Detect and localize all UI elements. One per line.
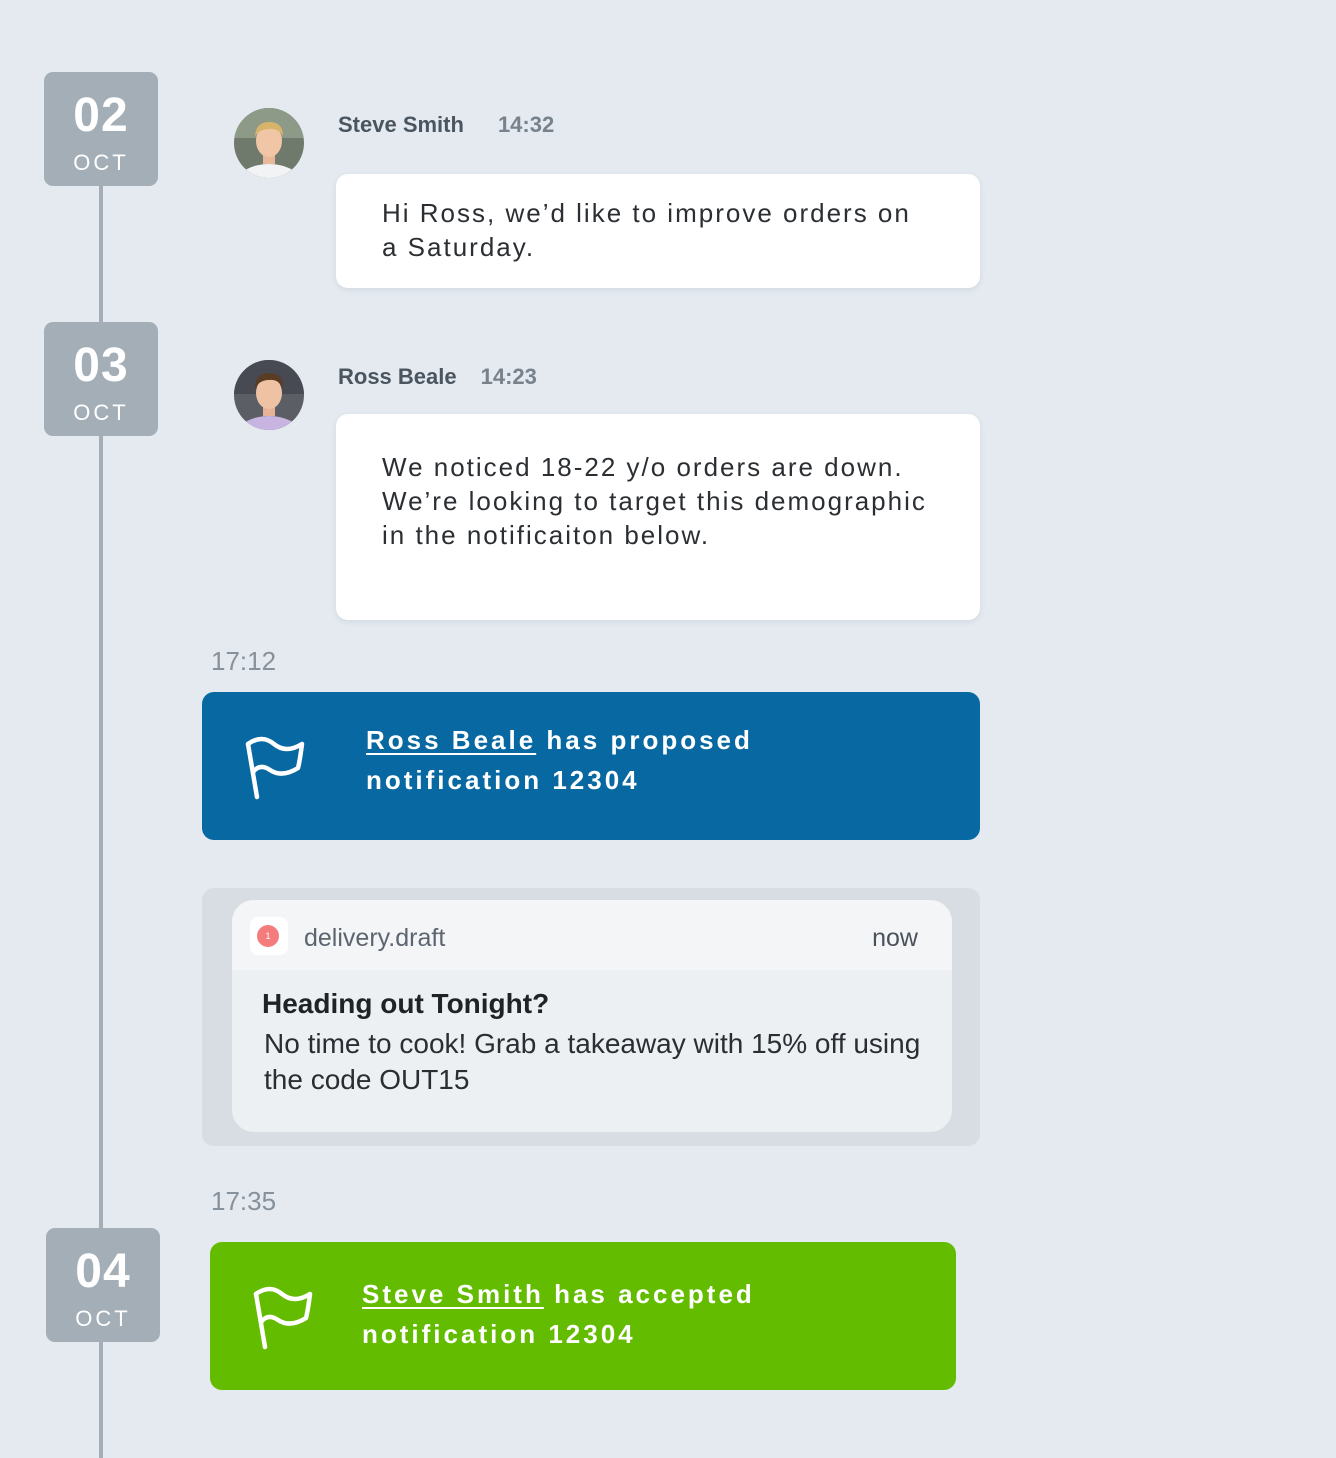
message-meta: Steve Smith 14:32 — [338, 112, 554, 138]
message-meta: Ross Beale 14:23 — [338, 364, 537, 390]
event-time: 17:12 — [211, 646, 277, 676]
event-action: has accepted — [554, 1279, 755, 1309]
notification-title: Heading out Tonight? — [262, 988, 550, 1019]
event-text: Ross Beale has proposed notification 123… — [366, 720, 926, 800]
message-text: We noticed 18-22 y/o orders are down. We… — [382, 452, 927, 550]
date-badge-04-oct: 04 OCT — [46, 1228, 160, 1342]
event-time: 17:35 — [211, 1186, 277, 1216]
event-subject: notification 12304 — [366, 765, 640, 795]
flag-icon — [253, 1286, 313, 1350]
notification-header: 1 delivery.draft now — [232, 900, 952, 970]
message-bubble: Hi Ross, we’d like to improve orders on … — [336, 174, 980, 288]
event-actor-link[interactable]: Steve Smith — [362, 1279, 544, 1309]
date-month: OCT — [73, 400, 129, 425]
notification-app-name: delivery.draft — [304, 924, 446, 952]
message-time: 14:32 — [497, 112, 555, 137]
notification-body: No time to cook! Grab a takeaway with 15… — [264, 1028, 921, 1095]
date-month: OCT — [75, 1306, 131, 1331]
message-author[interactable]: Ross Beale — [338, 364, 457, 389]
message-time: 14:23 — [480, 364, 537, 389]
notification-badge: 1 — [257, 925, 279, 947]
chat-bubble-icon: 1 — [250, 917, 288, 955]
message-bubble: We noticed 18-22 y/o orders are down. We… — [336, 414, 980, 620]
event-actor-link[interactable]: Ross Beale — [366, 725, 536, 755]
date-month: OCT — [73, 150, 129, 175]
notification-preview-container: 1 delivery.draft now Heading out Tonight… — [202, 888, 980, 1146]
date-day: 04 — [75, 1245, 131, 1298]
date-badge-03-oct: 03 OCT — [44, 322, 158, 436]
message-text: Hi Ross, we’d like to improve orders on … — [382, 198, 911, 262]
notification-preview[interactable]: 1 delivery.draft now Heading out Tonight… — [232, 900, 952, 1132]
date-day: 02 — [73, 89, 129, 142]
date-badge-02-oct: 02 OCT — [44, 72, 158, 186]
message-author[interactable]: Steve Smith — [338, 112, 464, 137]
event-accepted-card: Steve Smith has accepted notification 12… — [210, 1242, 956, 1390]
flag-icon — [245, 736, 305, 800]
notification-time: now — [872, 924, 918, 952]
event-subject: notification 12304 — [362, 1319, 636, 1349]
event-text: Steve Smith has accepted notification 12… — [362, 1274, 922, 1354]
event-proposed-card: Ross Beale has proposed notification 123… — [202, 692, 980, 840]
avatar-ross-beale[interactable] — [234, 360, 304, 430]
avatar-steve-smith[interactable] — [234, 108, 304, 178]
event-action: has proposed — [546, 725, 753, 755]
date-day: 03 — [73, 339, 129, 392]
